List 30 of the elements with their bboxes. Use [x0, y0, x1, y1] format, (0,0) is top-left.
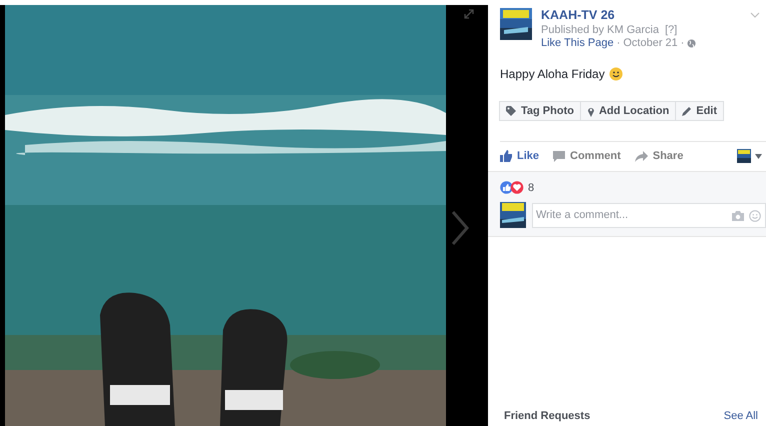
- speech-bubble-icon: [553, 150, 566, 162]
- share-arrow-icon: [634, 150, 648, 162]
- like-page-link[interactable]: Like This Page: [541, 37, 614, 49]
- smiley-icon: [608, 67, 623, 81]
- publisher-text: Published by KM Garcia: [541, 24, 659, 36]
- globe-icon: [687, 38, 696, 48]
- camera-icon[interactable]: [732, 210, 744, 220]
- pencil-icon: [682, 106, 692, 116]
- tag-icon: [506, 106, 517, 116]
- like-love-reaction-icon[interactable]: [500, 181, 524, 194]
- separator-dot: ·: [616, 37, 620, 49]
- thumbs-up-icon: [500, 150, 512, 162]
- post-text: Happy Aloha Friday: [500, 67, 605, 81]
- post-action-button[interactable]: Share: [634, 150, 684, 162]
- see-all-link[interactable]: See All: [724, 410, 758, 422]
- location-pin-icon: [586, 106, 595, 116]
- friend-requests-heading: Friend Requests: [504, 410, 590, 422]
- separator-dot: ·: [680, 37, 684, 49]
- page-name[interactable]: KAAH-TV 26: [541, 8, 696, 22]
- comment-field[interactable]: Write a comment...: [532, 202, 766, 228]
- expand-icon[interactable]: [464, 9, 474, 19]
- chevron-down-icon[interactable]: [750, 12, 760, 18]
- post-action-button[interactable]: Comment: [553, 150, 621, 162]
- photo-action-button[interactable]: Tag Photo: [499, 101, 581, 121]
- caret-icon[interactable]: [755, 154, 762, 158]
- reaction-count[interactable]: 8: [528, 182, 534, 194]
- photo-action-button[interactable]: Edit: [675, 101, 724, 121]
- photo-action-button[interactable]: Add Location: [580, 101, 676, 121]
- smiley-icon[interactable]: [749, 210, 761, 222]
- post-action-button[interactable]: Like: [500, 150, 540, 162]
